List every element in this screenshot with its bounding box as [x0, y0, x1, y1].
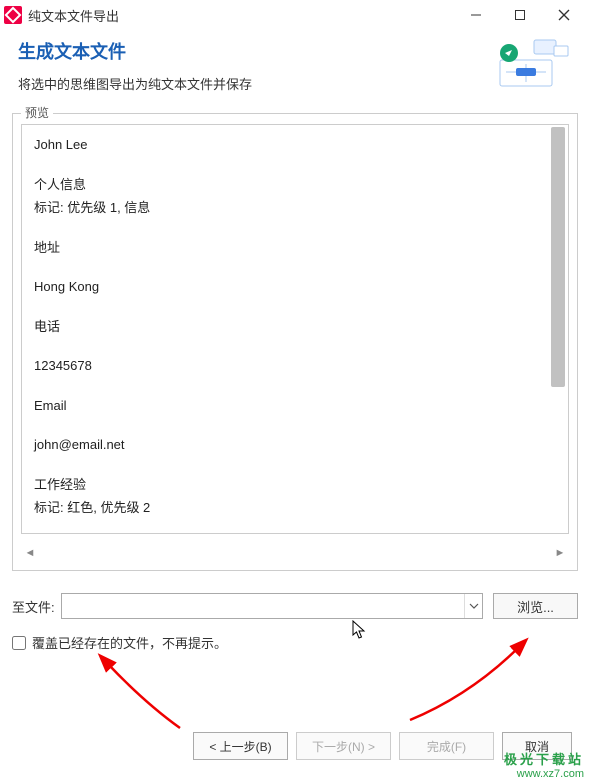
preview-line [34, 419, 556, 435]
overwrite-row: 覆盖已经存在的文件，不再提示。 [12, 633, 578, 652]
close-button[interactable] [542, 0, 586, 30]
window-title: 纯文本文件导出 [28, 6, 454, 25]
preview-line [34, 222, 556, 238]
cancel-button[interactable]: 取消 [502, 732, 572, 760]
overwrite-label: 覆盖已经存在的文件，不再提示。 [32, 633, 227, 652]
preview-line: Email [34, 396, 556, 416]
preview-groupbox: 预览 John Lee个人信息标记: 优先级 1, 信息地址Hong Kong电… [12, 113, 578, 571]
file-path-combo[interactable] [61, 593, 483, 619]
wizard-buttons: < 上一步(B) 下一步(N) > 完成(F) 取消 [193, 732, 572, 760]
page-subtitle: 将选中的思维图导出为纯文本文件并保存 [18, 74, 492, 93]
preview-line: John Lee [34, 135, 556, 155]
preview-line: 地址 [34, 238, 556, 258]
horizontal-scrollbar[interactable]: ◄ ► [21, 542, 569, 564]
maximize-button[interactable] [498, 0, 542, 30]
vertical-scrollbar[interactable] [550, 127, 566, 531]
annotation-arrow-1 [90, 658, 210, 741]
minimize-button[interactable] [454, 0, 498, 30]
preview-line: 12345678 [34, 356, 556, 376]
titlebar: 纯文本文件导出 [0, 0, 590, 30]
scrollbar-thumb[interactable] [551, 127, 565, 387]
next-button: 下一步(N) > [296, 732, 391, 760]
preview-line: john@email.net [34, 435, 556, 455]
file-destination-row: 至文件: 浏览... [12, 593, 578, 619]
preview-line: 电话 [34, 317, 556, 337]
preview-line: 标记: 红色, 优先级 2 [34, 498, 556, 518]
preview-line: Hong Kong [34, 277, 556, 297]
prev-button[interactable]: < 上一步(B) [193, 732, 288, 760]
scroll-left-icon[interactable]: ◄ [21, 547, 39, 559]
watermark-url: www.xz7.com [504, 768, 584, 780]
preview-line: 个人信息 [34, 175, 556, 195]
preview-line [34, 459, 556, 475]
app-icon [4, 6, 22, 24]
page-title: 生成文本文件 [18, 38, 492, 64]
annotation-arrow-2 [400, 640, 540, 733]
preview-line [34, 301, 556, 317]
scroll-right-icon[interactable]: ► [551, 547, 569, 559]
browse-button[interactable]: 浏览... [493, 593, 578, 619]
preview-legend: 预览 [21, 104, 53, 121]
header-illustration-icon [492, 38, 572, 88]
file-label: 至文件: [12, 597, 55, 616]
preview-line: 标记: 优先级 1, 信息 [34, 198, 556, 218]
preview-line [34, 159, 556, 175]
overwrite-checkbox[interactable] [12, 636, 26, 650]
preview-line: 工作经验 [34, 475, 556, 495]
preview-line [34, 380, 556, 396]
dialog-header: 生成文本文件 将选中的思维图导出为纯文本文件并保存 [0, 30, 590, 109]
preview-line [34, 261, 556, 277]
chevron-down-icon[interactable] [464, 594, 482, 618]
preview-textarea[interactable]: John Lee 个人信息标记: 优先级 1, 信息地址 Hong Kong 电话 12… [21, 124, 569, 534]
finish-button: 完成(F) [399, 732, 494, 760]
preview-line [34, 340, 556, 356]
